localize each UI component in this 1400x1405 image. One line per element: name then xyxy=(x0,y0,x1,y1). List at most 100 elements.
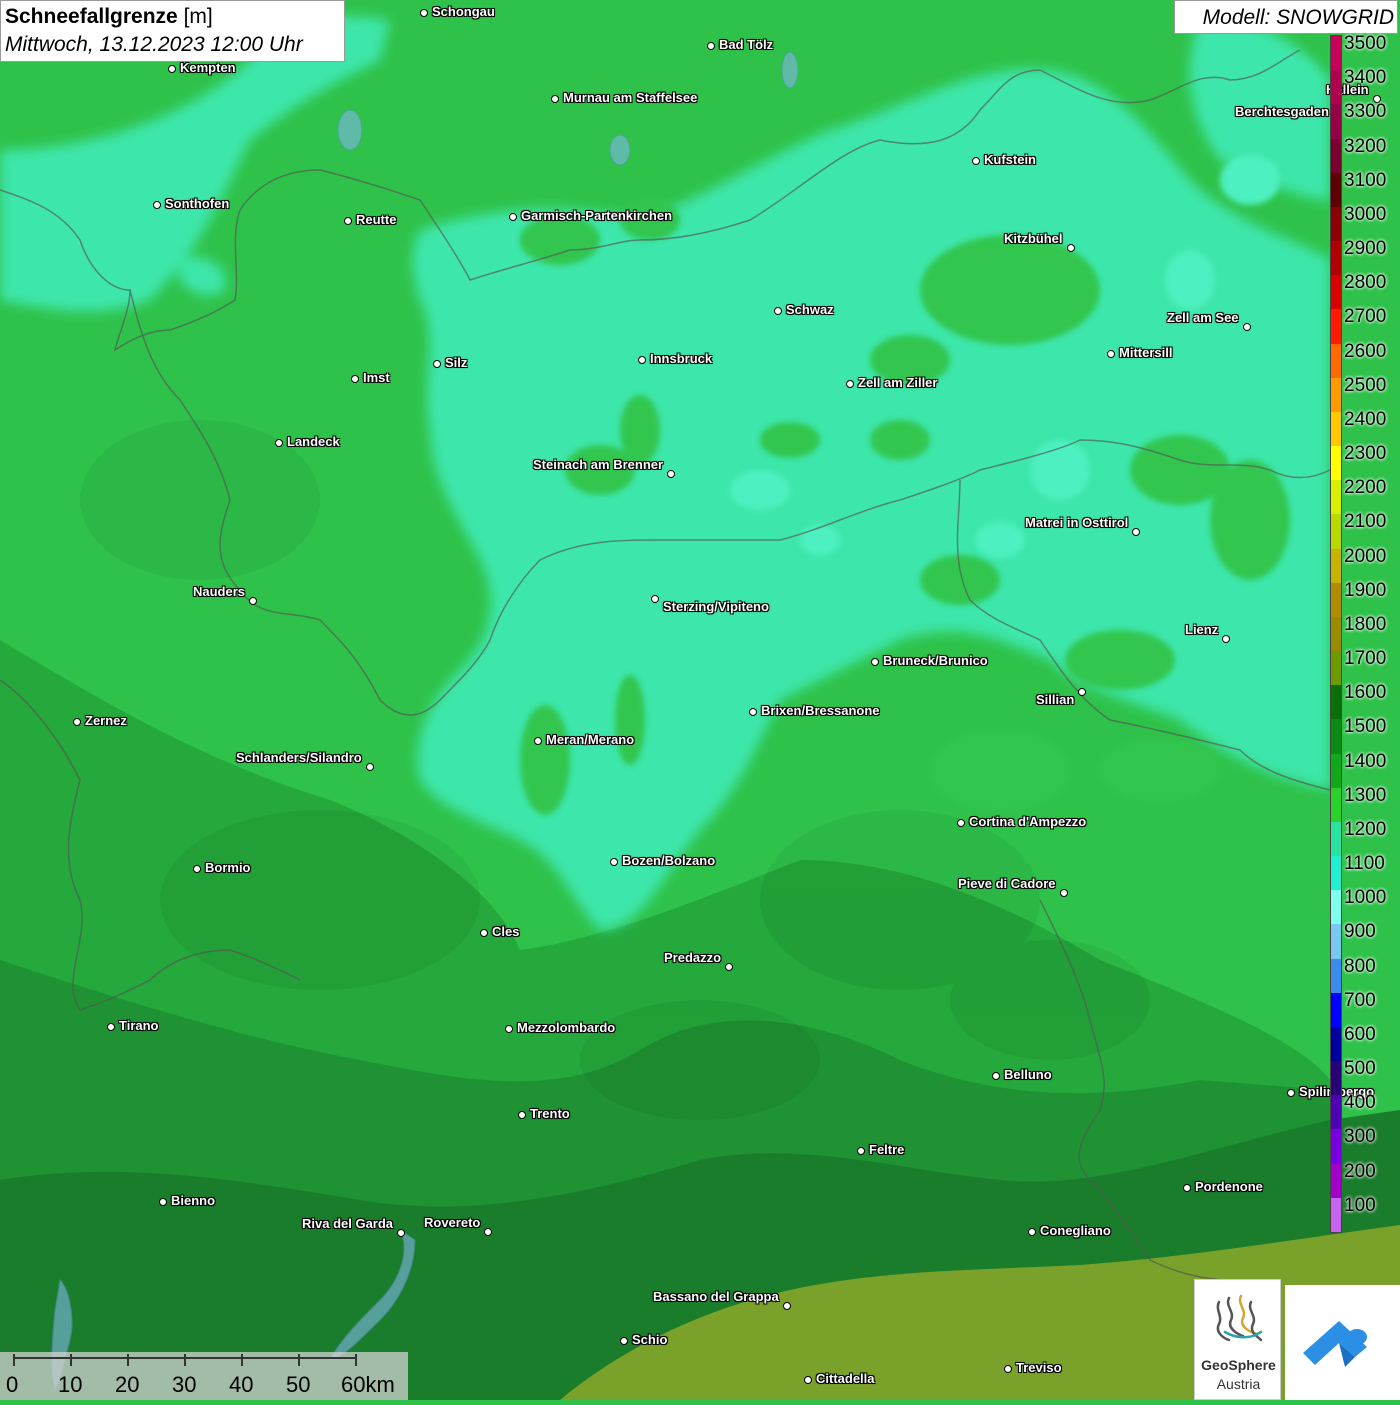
legend-label: 3000 xyxy=(1344,203,1387,225)
legend-label: 800 xyxy=(1344,955,1376,977)
legend-swatch xyxy=(1331,1163,1341,1199)
legend-label: 1200 xyxy=(1344,818,1387,840)
city-marker xyxy=(783,1302,791,1310)
legend-swatch xyxy=(1331,241,1341,276)
legend-swatch xyxy=(1331,343,1341,379)
city-marker xyxy=(957,819,965,827)
legend-swatch xyxy=(1331,1026,1341,1062)
city-marker xyxy=(651,595,659,603)
legend-swatch xyxy=(1331,70,1341,105)
scale-label: 0 xyxy=(6,1372,19,1397)
city-marker xyxy=(344,217,352,225)
legend-swatch xyxy=(1331,548,1341,584)
legend-swatch xyxy=(1331,787,1341,823)
city-marker xyxy=(193,865,201,873)
city-label: Mezzolombardo xyxy=(517,1020,616,1035)
app-logo[interactable] xyxy=(1285,1285,1400,1400)
city-label: Cortina d'Ampezzo xyxy=(969,814,1087,829)
legend-label: 3300 xyxy=(1344,101,1387,123)
city-label: Mittersill xyxy=(1119,345,1173,360)
scale-label: 40 xyxy=(229,1372,254,1397)
city-marker xyxy=(667,470,675,478)
city-label: Predazzo xyxy=(664,950,722,965)
model-label: Modell: SNOWGRID xyxy=(1202,6,1394,29)
legend-label: 1100 xyxy=(1344,853,1385,875)
legend-swatch xyxy=(1331,821,1341,857)
legend-label: 200 xyxy=(1344,1160,1376,1182)
legend-swatch xyxy=(1331,924,1341,960)
city-marker xyxy=(804,1376,812,1384)
geosphere-logo[interactable]: GeoSphere Austria xyxy=(1194,1279,1281,1400)
city-marker xyxy=(846,380,854,388)
scale-label: 50 xyxy=(286,1372,311,1397)
legend-label: 1500 xyxy=(1344,716,1387,738)
legend-label: 3400 xyxy=(1344,67,1387,89)
city-label: Landeck xyxy=(287,434,340,449)
city-marker xyxy=(1078,688,1086,696)
legend-label: 2700 xyxy=(1344,306,1387,328)
city-marker xyxy=(871,658,879,666)
city-marker xyxy=(107,1023,115,1031)
city-marker xyxy=(484,1228,492,1236)
city-label: Bad Tölz xyxy=(719,37,774,52)
city-marker xyxy=(505,1025,513,1033)
geosphere-name: GeoSphere xyxy=(1201,1357,1276,1373)
mountain-cloud-icon xyxy=(1303,1321,1367,1367)
legend-swatch xyxy=(1331,377,1341,413)
city-label: Cittadella xyxy=(816,1371,875,1386)
city-marker xyxy=(707,42,715,50)
city-marker xyxy=(1028,1228,1036,1236)
city-marker xyxy=(620,1337,628,1345)
legend-swatch xyxy=(1331,514,1341,550)
city-label: Cles xyxy=(492,924,520,939)
city-marker xyxy=(433,360,441,368)
city-marker xyxy=(366,763,374,771)
city-marker xyxy=(159,1198,167,1206)
legend-swatch xyxy=(1331,138,1341,174)
legend-label: 2200 xyxy=(1344,477,1387,499)
city-marker xyxy=(1107,350,1115,358)
legend-swatch xyxy=(1331,685,1341,720)
city-marker xyxy=(153,201,161,209)
city-label: Sonthofen xyxy=(165,196,230,211)
city-label: Schlanders/Silandro xyxy=(236,750,362,765)
map-title-unit: [m] xyxy=(183,5,213,28)
model-box: Modell: SNOWGRID xyxy=(1174,0,1398,34)
city-marker xyxy=(480,929,488,937)
city-marker xyxy=(1287,1089,1295,1097)
city-label: Kufstein xyxy=(984,152,1036,167)
city-label: Reutte xyxy=(356,212,397,227)
legend-swatch xyxy=(1331,36,1341,71)
legend-swatch xyxy=(1331,616,1341,652)
legend-label: 100 xyxy=(1344,1194,1376,1216)
legend-label: 2100 xyxy=(1344,511,1387,533)
city-label: Imst xyxy=(363,370,390,385)
city-label: Silz xyxy=(445,355,468,370)
legend-swatch xyxy=(1331,1061,1341,1096)
legend-swatch xyxy=(1331,1197,1341,1233)
legend-label: 2500 xyxy=(1344,374,1387,396)
legend-label: 1000 xyxy=(1344,887,1387,909)
legend-label: 2900 xyxy=(1344,238,1387,260)
city-label: Riva del Garda xyxy=(302,1216,394,1231)
city-label: Brixen/Bressanone xyxy=(761,703,880,718)
legend-swatch xyxy=(1331,856,1341,891)
map-title: Schneefallgrenze [m] xyxy=(5,5,213,29)
city-marker xyxy=(249,597,257,605)
legend-swatch xyxy=(1331,719,1341,755)
city-label: Tirano xyxy=(119,1018,159,1033)
legend-swatch xyxy=(1331,172,1341,208)
city-label: Innsbruck xyxy=(650,351,713,366)
city-label: Pordenone xyxy=(1195,1179,1263,1194)
legend-swatch xyxy=(1331,104,1341,139)
city-label: Sillian xyxy=(1036,692,1075,707)
map-datetime: Mittwoch, 13.12.2023 12:00 Uhr xyxy=(5,33,303,56)
city-label: Belluno xyxy=(1004,1067,1052,1082)
legend-label: 300 xyxy=(1344,1126,1376,1148)
legend-label: 2600 xyxy=(1344,340,1387,362)
legend-label: 2000 xyxy=(1344,545,1387,567)
legend-label: 600 xyxy=(1344,1023,1376,1045)
city-label: Murnau am Staffelsee xyxy=(563,90,698,105)
geosphere-emblem-icon xyxy=(1216,1294,1263,1342)
city-label: Kitzbühel xyxy=(1004,231,1063,246)
